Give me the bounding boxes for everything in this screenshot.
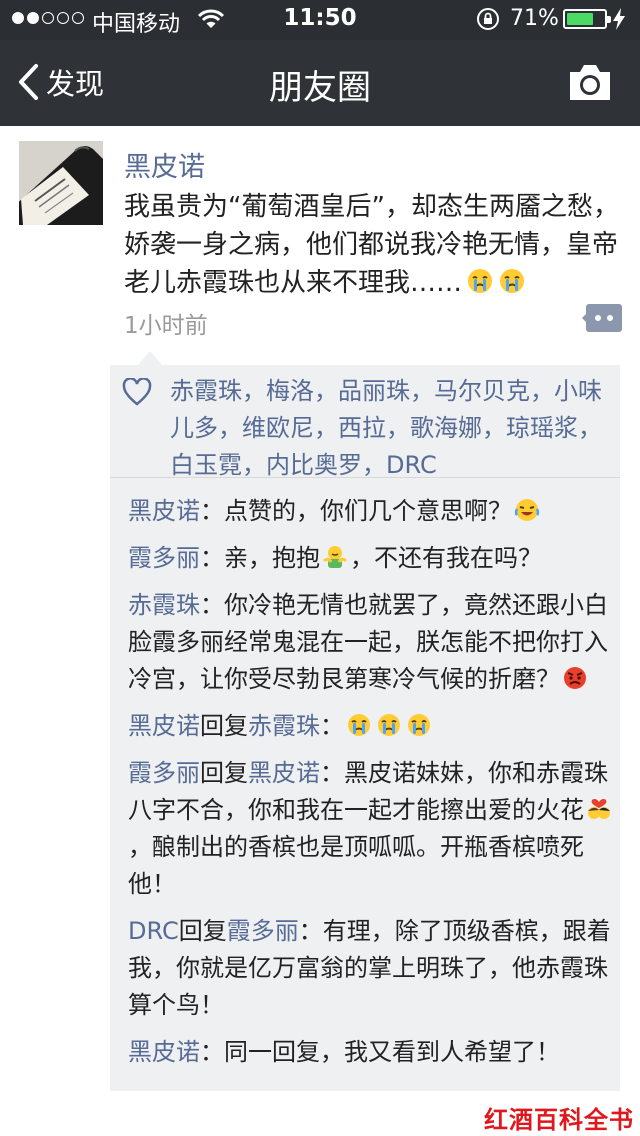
avatar[interactable]	[19, 141, 103, 225]
comment-author[interactable]: 黑皮诺	[128, 497, 200, 525]
comment-item[interactable]: 黑皮诺：同一回复，我又看到人希望了！	[128, 1034, 614, 1071]
crying-laughing-emoji-icon	[514, 499, 540, 521]
likes-list[interactable]: 赤霞珠，梅洛，品丽珠，马尔贝克，小味儿多，维欧尼，西拉，歌海娜，琼瑶浆，白玉霓，…	[110, 373, 620, 484]
comment-author[interactable]: 黑皮诺	[128, 1038, 200, 1066]
battery-icon	[563, 9, 611, 29]
comment-text: 同一回复，我又看到人希望了！	[224, 1038, 560, 1066]
status-bar: 中国移动 11:50 71%	[0, 0, 640, 40]
comment-author[interactable]: DRC	[128, 917, 179, 945]
reply-word: 回复	[178, 917, 227, 945]
comment-author[interactable]: 霞多丽	[128, 759, 200, 787]
hug-emoji-icon	[322, 546, 348, 568]
reply-word: 回复	[200, 759, 248, 787]
post-body: 我虽贵为“葡萄酒皇后”，却态生两靥之愁，娇袭一身之病，他们都说我冷艳无情，皇帝老…	[124, 192, 619, 298]
comment-separator: ：	[200, 497, 224, 525]
crying-emoji-icon	[378, 714, 400, 736]
kissing-couple-emoji-icon	[588, 799, 610, 819]
comment-separator: ：	[200, 591, 224, 619]
charging-icon	[613, 8, 625, 30]
post-author-name[interactable]: 黑皮诺	[124, 145, 205, 184]
comment-separator: ：	[200, 1038, 224, 1066]
likes-divider	[110, 477, 620, 478]
comment-text: ，不还有我在吗？	[350, 544, 542, 572]
comment-separator: ：	[298, 917, 323, 945]
rotation-lock-icon	[477, 8, 499, 30]
reply-word: 回复	[200, 712, 248, 740]
crying-emoji-icon	[500, 269, 525, 293]
crying-emoji-icon	[408, 714, 430, 736]
comment-author[interactable]: 赤霞珠	[128, 591, 200, 619]
comment-text: ，酿制出的香槟也是顶呱呱。开瓶香槟喷死他！	[128, 833, 584, 898]
comment-item[interactable]: 霞多丽回复黑皮诺：黑皮诺妹妹，你和赤霞珠八字不合，你和我在一起才能擦出爱的火花，…	[128, 755, 614, 903]
angry-emoji-icon	[564, 667, 586, 689]
comment-text: 亲，抱抱	[224, 544, 320, 572]
crying-emoji-icon	[348, 714, 370, 736]
reply-target[interactable]: 黑皮诺	[248, 759, 320, 787]
comment-separator: ：	[200, 544, 224, 572]
comment-item[interactable]: 黑皮诺：点赞的，你们几个意思啊？	[128, 493, 614, 530]
page-title: 朋友圈	[269, 68, 371, 108]
comment-separator: ：	[320, 712, 344, 740]
comment-item[interactable]: 黑皮诺回复赤霞珠：	[128, 708, 614, 745]
watermark: 红酒百科全书	[484, 1106, 634, 1134]
crying-emoji-icon	[468, 269, 493, 293]
comment-icon[interactable]	[582, 304, 622, 332]
reply-target[interactable]: 赤霞珠	[248, 712, 320, 740]
comment-text: 点赞的，你们几个意思啊？	[224, 497, 512, 525]
battery-percent: 71%	[510, 6, 559, 31]
comment-item[interactable]: 赤霞珠：你冷艳无情也就罢了，竟然还跟小白脸霞多丽经常鬼混在一起，朕怎能不把你打入…	[128, 587, 614, 698]
post-timestamp: 1小时前	[124, 313, 208, 339]
post-text: 我虽贵为“葡萄酒皇后”，却态生两靥之愁，娇袭一身之病，他们都说我冷艳无情，皇帝老…	[124, 188, 634, 302]
comment-author[interactable]: 黑皮诺	[128, 712, 200, 740]
wine-bottle-image	[19, 141, 103, 225]
comment-author[interactable]: 霞多丽	[128, 544, 200, 572]
navigation-bar: 发现 朋友圈	[0, 40, 640, 126]
reply-target[interactable]: 霞多丽	[227, 917, 299, 945]
comment-item[interactable]: 霞多丽：亲，抱抱 ，不还有我在吗？	[128, 540, 614, 577]
comment-list: 黑皮诺：点赞的，你们几个意思啊？ 霞多丽：亲，抱抱 ，不还有我在吗？ 赤霞珠：你冷…	[128, 493, 614, 1081]
feedback-area: 赤霞珠，梅洛，品丽珠，马尔贝克，小味儿多，维欧尼，西拉，歌海娜，琼瑶浆，白玉霓，…	[110, 351, 620, 1091]
comment-item[interactable]: DRC回复霞多丽：有理，除了顶级香槟，跟着我，你就是亿万富翁的掌上明珠了，他赤霞…	[128, 913, 614, 1024]
camera-icon[interactable]	[566, 60, 614, 104]
comment-separator: ：	[320, 759, 344, 787]
